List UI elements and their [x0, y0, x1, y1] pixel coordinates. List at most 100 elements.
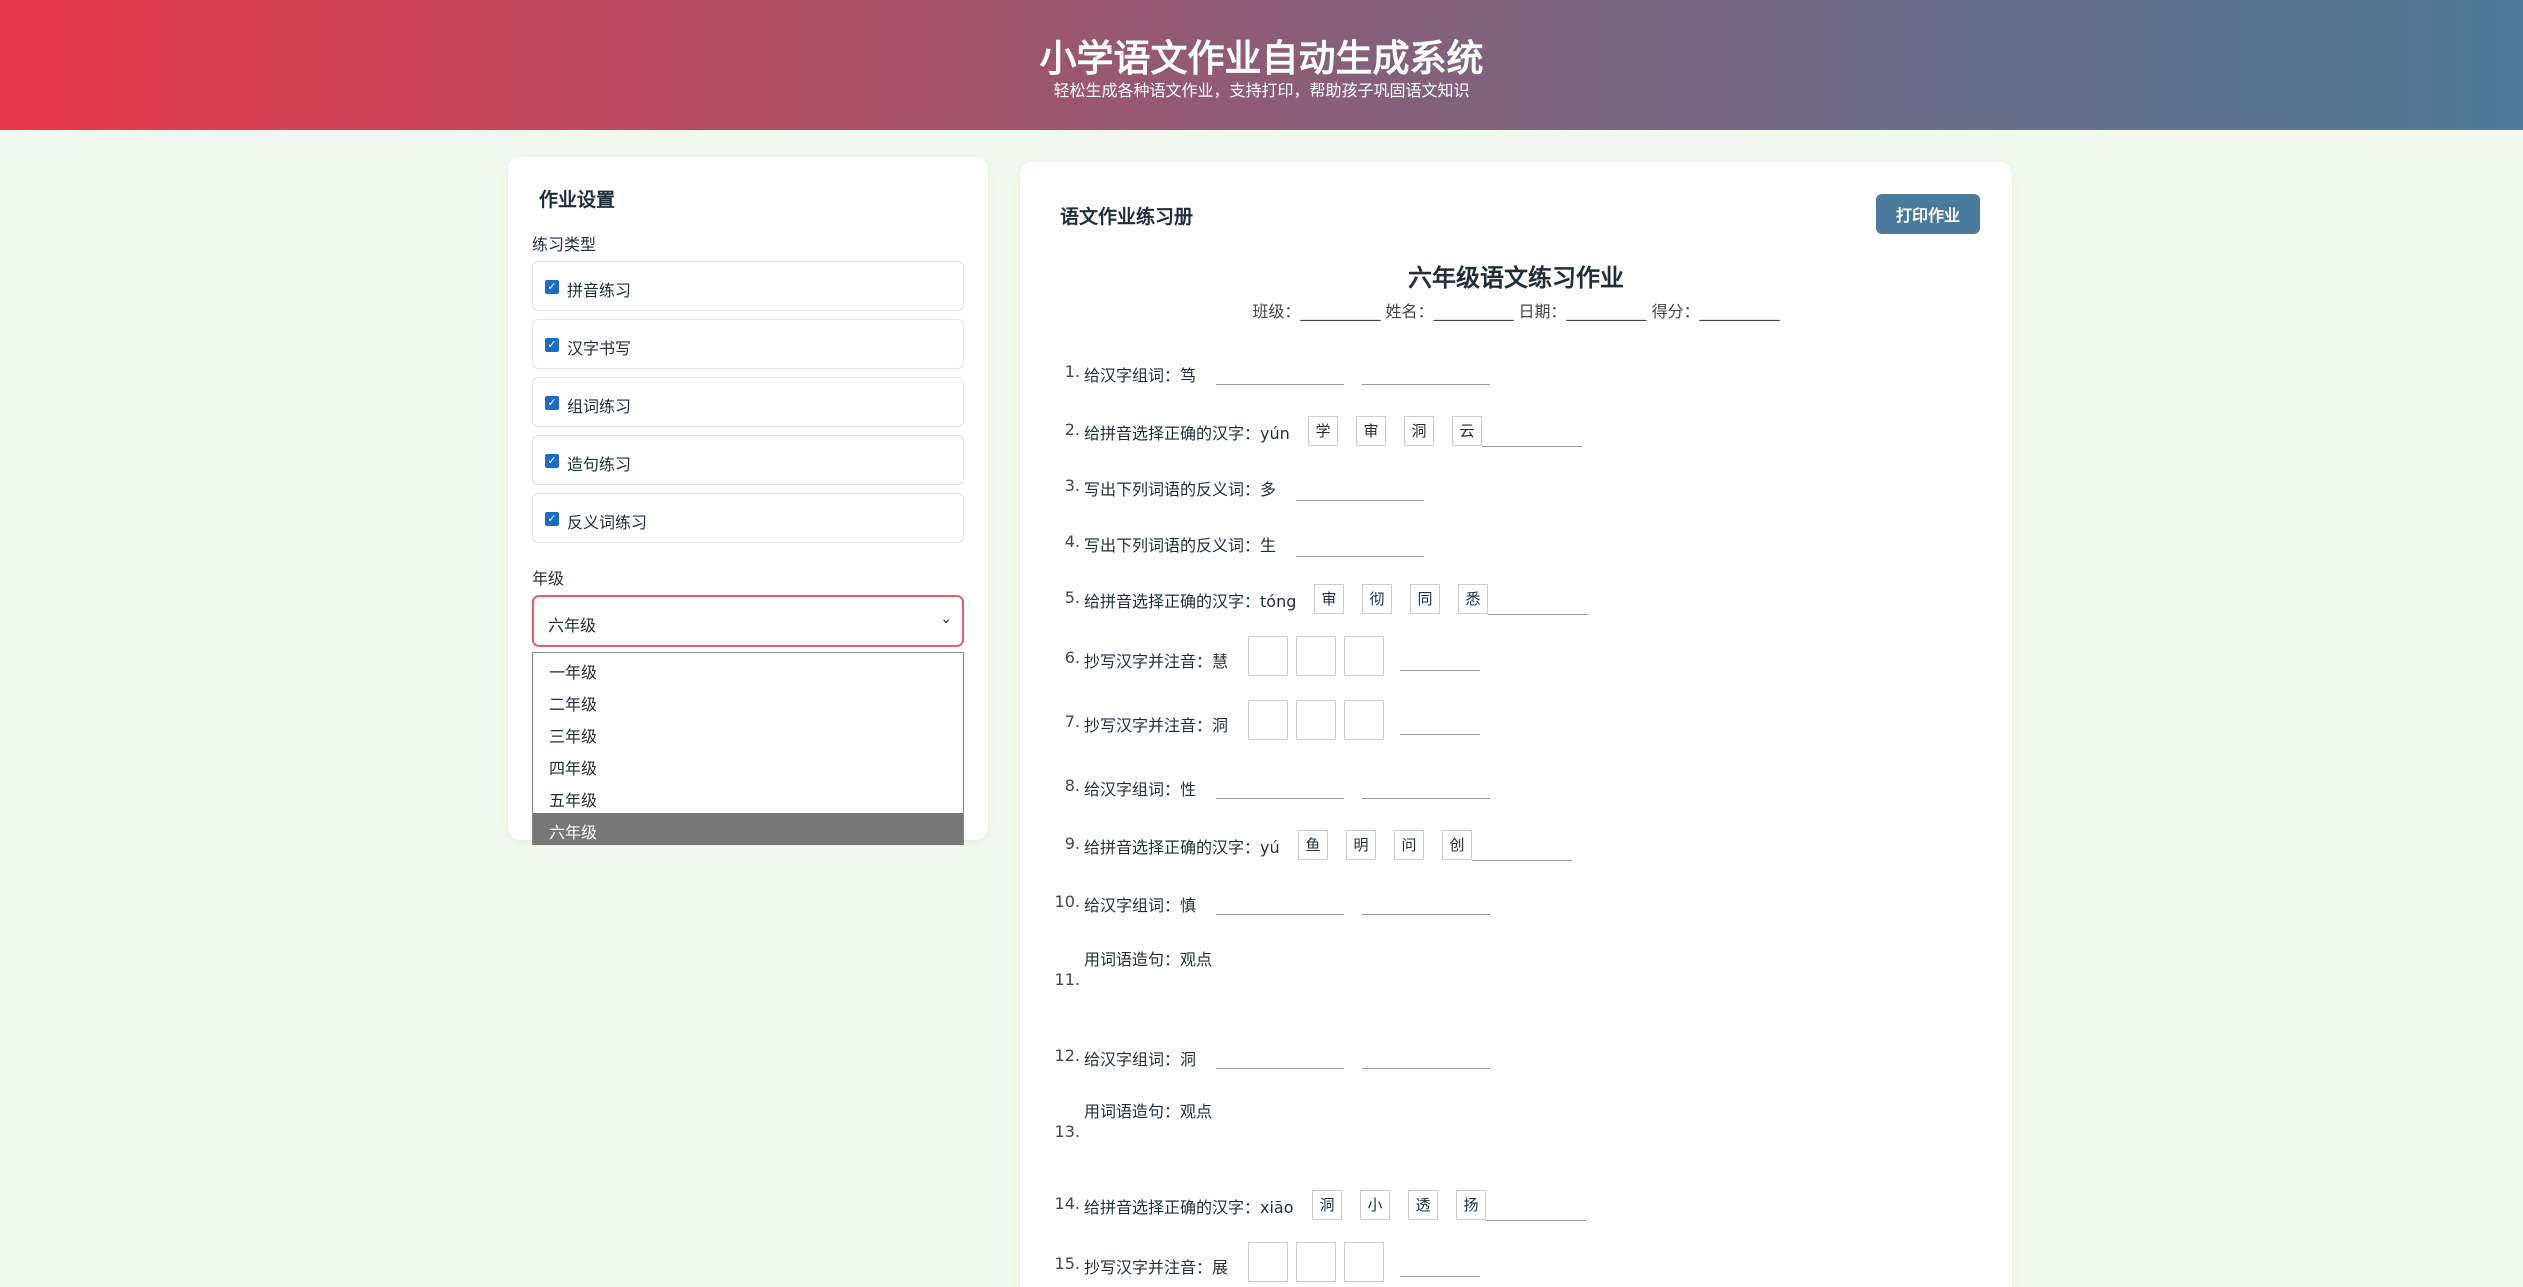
question-number: 10.: [1054, 892, 1080, 911]
checkbox-checked-icon[interactable]: ✓: [545, 338, 559, 352]
char-option[interactable]: 鱼: [1298, 830, 1328, 860]
writing-box[interactable]: [1296, 636, 1336, 676]
answer-line[interactable]: [1482, 446, 1582, 447]
question-item: 12. 给汉字组词：洞: [1020, 1046, 2012, 1086]
char-option[interactable]: 问: [1394, 830, 1424, 860]
answer-line[interactable]: [1362, 914, 1490, 915]
type-label: 反义词练习: [567, 513, 648, 532]
type-checkbox-writing[interactable]: ✓ 汉字书写: [532, 319, 964, 369]
char-option[interactable]: 审: [1314, 584, 1344, 614]
print-button[interactable]: 打印作业: [1876, 194, 1980, 234]
grade-option[interactable]: 四年级: [533, 749, 963, 781]
char-option[interactable]: 悉: [1458, 584, 1488, 614]
grade-option[interactable]: 二年级: [533, 685, 963, 717]
question-item: 3. 写出下列词语的反义词：多: [1020, 476, 2012, 516]
answer-line[interactable]: [1296, 500, 1424, 501]
char-option[interactable]: 洞: [1404, 416, 1434, 446]
writing-box[interactable]: [1344, 700, 1384, 740]
char-option[interactable]: 明: [1346, 830, 1376, 860]
char-option[interactable]: 审: [1356, 416, 1386, 446]
grade-option[interactable]: 三年级: [533, 717, 963, 749]
question-number: 5.: [1064, 588, 1080, 607]
writing-box[interactable]: [1248, 700, 1288, 740]
question-prompt: 抄写汉字并注音：展: [1084, 1258, 1229, 1277]
question-item: 9. 给拼音选择正确的汉字：yú 鱼 明 问 创: [1020, 830, 2012, 874]
pinyin-line[interactable]: [1400, 670, 1480, 671]
answer-line[interactable]: [1216, 798, 1344, 799]
question-number: 12.: [1054, 1046, 1080, 1065]
question-number: 9.: [1064, 834, 1080, 853]
app-title: 小学语文作业自动生成系统: [1039, 37, 1484, 80]
settings-panel: 作业设置 练习类型 ✓ 拼音练习 ✓ 汉字书写 ✓ 组词练习 ✓ 造句练习 ✓ …: [508, 157, 988, 845]
grade-select[interactable]: 六年级 ⌄: [532, 595, 964, 647]
question-prompt: 给拼音选择正确的汉字：yú: [1084, 838, 1280, 857]
answer-line[interactable]: [1472, 860, 1572, 861]
question-number: 8.: [1064, 776, 1080, 795]
grade-option[interactable]: 一年级: [533, 653, 963, 685]
pinyin-line[interactable]: [1400, 734, 1480, 735]
type-label: 汉字书写: [567, 339, 632, 358]
writing-box[interactable]: [1248, 1242, 1288, 1282]
answer-line[interactable]: [1296, 556, 1424, 557]
answer-line[interactable]: [1216, 1068, 1344, 1069]
char-option[interactable]: 小: [1360, 1190, 1390, 1220]
question-number: 13.: [1054, 1122, 1080, 1141]
writing-box[interactable]: [1296, 1242, 1336, 1282]
question-prompt: 给汉字组词：性: [1084, 780, 1197, 799]
char-option[interactable]: 扬: [1456, 1190, 1486, 1220]
type-label: 组词练习: [567, 397, 632, 416]
page-header: 小学语文作业自动生成系统 轻松生成各种语文作业，支持打印，帮助孩子巩固语文知识: [0, 0, 2523, 130]
type-checkbox-antonym[interactable]: ✓ 反义词练习: [532, 493, 964, 543]
writing-box[interactable]: [1344, 636, 1384, 676]
grade-label: 年级: [532, 569, 565, 588]
chevron-down-icon: ⌄: [940, 611, 952, 627]
char-option[interactable]: 云: [1452, 416, 1482, 446]
grade-option-selected[interactable]: 六年级: [533, 813, 963, 845]
answer-line[interactable]: [1216, 384, 1344, 385]
char-option[interactable]: 学: [1308, 416, 1338, 446]
type-checkbox-words[interactable]: ✓ 组词练习: [532, 377, 964, 427]
question-prompt: 给汉字组词：笃: [1084, 366, 1197, 385]
checkbox-checked-icon[interactable]: ✓: [545, 280, 559, 294]
char-option[interactable]: 创: [1442, 830, 1472, 860]
question-prompt: 给拼音选择正确的汉字：xiāo: [1084, 1198, 1294, 1217]
type-checkbox-sentence[interactable]: ✓ 造句练习: [532, 435, 964, 485]
question-prompt: 给汉字组词：洞: [1084, 1050, 1197, 1069]
type-checkbox-pinyin[interactable]: ✓ 拼音练习: [532, 261, 964, 311]
type-label: 拼音练习: [567, 281, 632, 300]
writing-box[interactable]: [1248, 636, 1288, 676]
question-number: 11.: [1054, 970, 1080, 989]
type-label: 造句练习: [567, 455, 632, 474]
answer-line[interactable]: [1216, 914, 1344, 915]
char-option[interactable]: 透: [1408, 1190, 1438, 1220]
question-number: 15.: [1054, 1254, 1080, 1273]
writing-box[interactable]: [1344, 1242, 1384, 1282]
answer-line[interactable]: [1362, 384, 1490, 385]
question-prompt: 写出下列词语的反义词：多: [1084, 480, 1277, 499]
question-number: 7.: [1064, 712, 1080, 731]
writing-box[interactable]: [1296, 700, 1336, 740]
answer-line[interactable]: [1362, 798, 1490, 799]
question-item: 7. 抄写汉字并注音：洞: [1020, 700, 2012, 752]
question-number: 2.: [1064, 420, 1080, 439]
pinyin-line[interactable]: [1400, 1276, 1480, 1277]
checkbox-checked-icon[interactable]: ✓: [545, 454, 559, 468]
question-item: 14. 给拼音选择正确的汉字：xiāo 洞 小 透 扬: [1020, 1190, 2012, 1234]
grade-selected-value: 六年级: [548, 616, 597, 635]
checkbox-checked-icon[interactable]: ✓: [545, 396, 559, 410]
answer-line[interactable]: [1362, 1068, 1490, 1069]
answer-line[interactable]: [1486, 1220, 1586, 1221]
question-prompt: 给拼音选择正确的汉字：tóng: [1084, 592, 1297, 611]
answer-line[interactable]: [1488, 614, 1588, 615]
question-prompt: 写出下列词语的反义词：生: [1084, 536, 1277, 555]
char-option[interactable]: 彻: [1362, 584, 1392, 614]
types-label: 练习类型: [532, 235, 597, 254]
checkbox-checked-icon[interactable]: ✓: [545, 512, 559, 526]
question-item: 13. 用词语造句：观点: [1020, 1098, 2012, 1178]
question-number: 4.: [1064, 532, 1080, 551]
char-option[interactable]: 洞: [1312, 1190, 1342, 1220]
question-item: 11. 用词语造句：观点: [1020, 946, 2012, 1026]
char-option[interactable]: 同: [1410, 584, 1440, 614]
grade-option[interactable]: 五年级: [533, 781, 963, 813]
question-item: 10. 给汉字组词：慎: [1020, 892, 2012, 932]
